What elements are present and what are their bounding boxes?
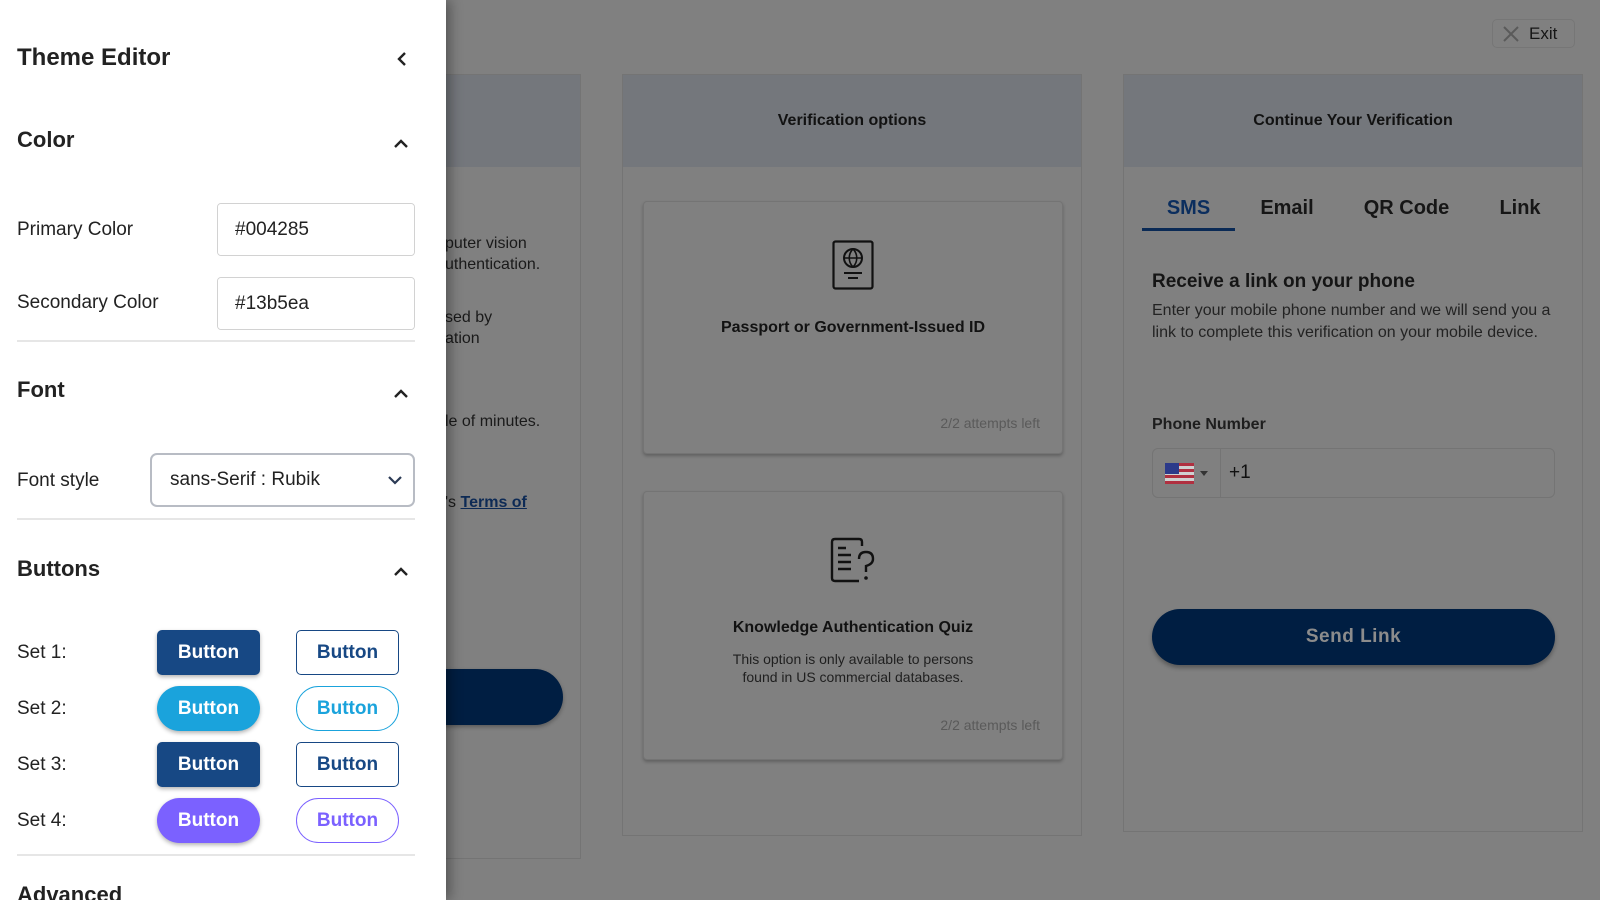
- section-divider: [17, 518, 415, 520]
- tab-sms[interactable]: SMS: [1142, 197, 1235, 231]
- option-title: Passport or Government-Issued ID: [720, 319, 986, 336]
- sms-description: Enter your mobile phone number and we wi…: [1152, 302, 1551, 341]
- set4-outline-button[interactable]: Button: [296, 798, 399, 843]
- terms-link[interactable]: Terms of: [461, 494, 527, 511]
- phone-input[interactable]: [1221, 449, 1554, 497]
- buttons-section-title: Buttons: [17, 556, 101, 581]
- quiz-document-icon: [830, 537, 875, 583]
- verification-options-card: Verification options Passport or Governm…: [622, 74, 1082, 836]
- option-knowledge-quiz[interactable]: Knowledge Authentication Quiz This optio…: [643, 491, 1063, 760]
- tab-link[interactable]: Link: [1474, 197, 1566, 231]
- secondary-color-input[interactable]: [218, 278, 414, 329]
- option-title: Knowledge Authentication Quiz: [732, 619, 974, 636]
- font-section-title: Font: [17, 377, 65, 402]
- about-text-1: puter vision uthentication.: [445, 235, 541, 273]
- send-link-button[interactable]: Send Link: [1152, 609, 1555, 665]
- font-style-label: Font style: [17, 470, 100, 491]
- option-description: This option is only available to persons…: [732, 651, 974, 685]
- theme-editor-panel: Theme Editor Color Primary Color Seconda…: [0, 0, 446, 900]
- primary-color-field: [217, 203, 415, 256]
- set1-solid-button[interactable]: Button: [157, 630, 260, 675]
- attempts-left: 2/2 attempts left: [940, 717, 1040, 733]
- chevron-up-icon[interactable]: [390, 562, 412, 580]
- terms-prefix: 's: [445, 494, 461, 511]
- sms-heading: Receive a link on your phone: [1152, 271, 1415, 292]
- chevron-up-icon[interactable]: [390, 384, 412, 402]
- font-style-select[interactable]: sans-Serif : Rubik: [150, 453, 415, 507]
- close-icon: [1503, 25, 1519, 42]
- set1-outline-button[interactable]: Button: [296, 630, 399, 675]
- primary-color-input[interactable]: [218, 204, 414, 255]
- about-text-2: sed by ation: [445, 309, 493, 347]
- panel-title: Theme Editor: [17, 44, 171, 71]
- button-set-label: Set 4:: [17, 810, 67, 831]
- set3-solid-button[interactable]: Button: [157, 742, 260, 787]
- passport-icon: [832, 240, 874, 290]
- chevron-down-icon: [388, 476, 402, 485]
- primary-color-label: Primary Color: [17, 219, 134, 240]
- button-set-label: Set 2:: [17, 698, 67, 719]
- verification-options-title: Verification options: [623, 75, 1081, 167]
- tab-qr-code[interactable]: QR Code: [1339, 197, 1474, 231]
- option-passport[interactable]: Passport or Government-Issued ID 2/2 att…: [643, 201, 1063, 454]
- chevron-left-icon[interactable]: [392, 48, 412, 70]
- method-tabs: SMS Email QR Code Link: [1142, 197, 1566, 231]
- country-selector[interactable]: [1153, 449, 1221, 497]
- button-set-label: Set 3:: [17, 754, 67, 775]
- section-divider: [17, 854, 415, 856]
- chevron-up-icon[interactable]: [390, 134, 412, 152]
- button-set-label: Set 1:: [17, 642, 67, 663]
- advanced-section-title[interactable]: Advanced: [17, 882, 122, 900]
- app-stage: Exit puter vision uthentication. sed by …: [0, 0, 1600, 900]
- set4-solid-button[interactable]: Button: [157, 798, 260, 843]
- exit-label: Exit: [1529, 23, 1558, 43]
- font-style-value: sans-Serif : Rubik: [170, 469, 320, 490]
- set3-outline-button[interactable]: Button: [296, 742, 399, 787]
- color-section-title: Color: [17, 127, 75, 152]
- phone-label: Phone Number: [1152, 416, 1266, 433]
- set2-outline-button[interactable]: Button: [296, 686, 399, 731]
- continue-verification-card: Continue Your Verification SMS Email QR …: [1123, 74, 1583, 832]
- tab-email[interactable]: Email: [1235, 197, 1339, 231]
- caret-down-icon: [1200, 470, 1208, 476]
- section-divider: [17, 340, 415, 342]
- phone-field: [1152, 448, 1555, 498]
- us-flag-icon: [1165, 462, 1194, 484]
- secondary-color-field: [217, 277, 415, 330]
- exit-button[interactable]: Exit: [1492, 19, 1575, 48]
- set2-solid-button[interactable]: Button: [157, 686, 260, 731]
- terms-text: 's Terms of: [445, 494, 527, 512]
- continue-verification-title: Continue Your Verification: [1124, 75, 1582, 167]
- secondary-color-label: Secondary Color: [17, 292, 159, 313]
- attempts-left: 2/2 attempts left: [940, 415, 1040, 431]
- about-text-3: le of minutes.: [445, 413, 541, 430]
